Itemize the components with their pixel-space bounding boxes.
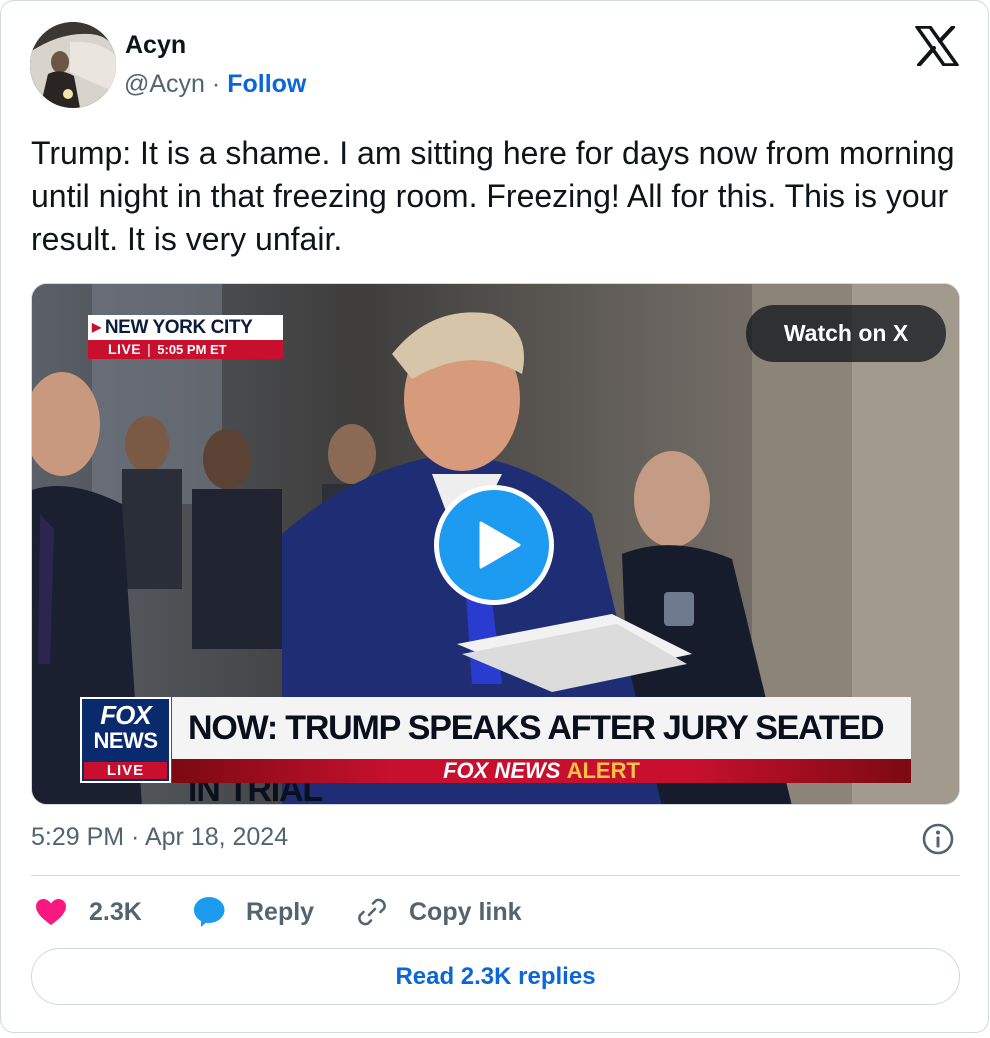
avatar-image bbox=[30, 22, 116, 108]
logo-fox-text: FOX bbox=[100, 700, 151, 730]
heart-icon bbox=[36, 899, 66, 925]
location-label: NEW YORK CITY bbox=[104, 317, 253, 338]
play-button[interactable] bbox=[434, 485, 554, 605]
tweet-card: Acyn @Acyn · Follow Trump: It is a shame… bbox=[0, 0, 989, 1033]
reply-bubble-icon bbox=[194, 897, 225, 927]
divider bbox=[31, 875, 960, 876]
link-icon bbox=[358, 898, 386, 926]
alert-word: ALERT bbox=[566, 758, 640, 783]
logo-news-text: NEWS bbox=[93, 728, 159, 753]
copy-link-button[interactable]: Copy link bbox=[355, 894, 522, 930]
live-label: LIVE bbox=[108, 341, 142, 357]
x-logo-icon[interactable] bbox=[915, 25, 959, 67]
author-handle[interactable]: @Acyn bbox=[124, 70, 205, 98]
info-icon[interactable] bbox=[921, 822, 955, 856]
watch-on-x-button[interactable]: Watch on X bbox=[746, 305, 946, 362]
reply-button[interactable]: Reply bbox=[193, 894, 314, 930]
avatar[interactable] bbox=[30, 22, 116, 108]
video-player[interactable]: ▶ NEW YORK CITY LIVE | 5:05 PM ET Watch on … bbox=[31, 283, 960, 805]
alert-bar: FOX NEWS ALERT bbox=[172, 759, 911, 783]
location-banner: ▶ NEW YORK CITY LIVE | 5:05 PM ET bbox=[88, 315, 283, 359]
banner-divider: | bbox=[147, 341, 152, 357]
tweet-text: Trump: It is a shame. I am sitting here … bbox=[31, 135, 955, 257]
author-name[interactable]: Acyn bbox=[125, 31, 186, 60]
like-button[interactable]: 2.3K bbox=[35, 894, 142, 930]
read-replies-button[interactable]: Read 2.3K replies bbox=[31, 948, 960, 1005]
copy-link-label: Copy link bbox=[409, 897, 522, 926]
handle-separator: · bbox=[211, 70, 221, 98]
fox-news-logo: FOX NEWS LIVE bbox=[80, 697, 171, 783]
news-headline: NOW: TRUMP SPEAKS AFTER JURY SEATED IN T… bbox=[172, 697, 911, 804]
handle-row: @Acyn · Follow bbox=[124, 70, 306, 99]
banner-time: 5:05 PM ET bbox=[157, 342, 227, 357]
play-icon bbox=[479, 521, 521, 569]
tweet-timestamp[interactable]: 5:29 PM · Apr 18, 2024 bbox=[31, 823, 288, 852]
alert-brand: FOX NEWS bbox=[443, 758, 561, 783]
like-count: 2.3K bbox=[89, 897, 142, 926]
reply-label: Reply bbox=[246, 897, 315, 926]
logo-live-text: LIVE bbox=[84, 762, 167, 779]
follow-button[interactable]: Follow bbox=[227, 70, 306, 98]
